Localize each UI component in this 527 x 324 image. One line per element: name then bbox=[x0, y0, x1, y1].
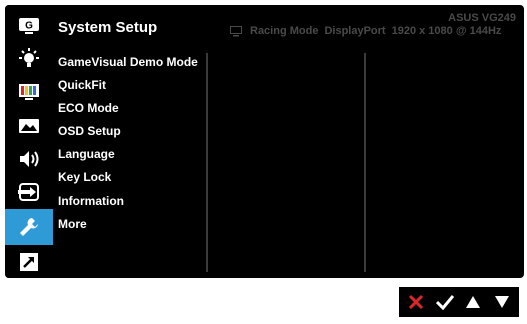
blue-light-filter-icon bbox=[19, 47, 39, 67]
input-select-icon bbox=[18, 182, 39, 201]
sidebar-item-input-select[interactable] bbox=[5, 175, 53, 208]
svg-text:G: G bbox=[25, 20, 33, 31]
menu-item-quickfit[interactable]: QuickFit bbox=[58, 74, 198, 97]
menu-item-eco-mode[interactable]: ECO Mode bbox=[58, 97, 198, 120]
status-bar: Racing Mode DisplayPort 1920 x 1080 @ 14… bbox=[230, 25, 501, 37]
column-divider-1 bbox=[206, 53, 208, 272]
sound-icon bbox=[20, 150, 39, 167]
close-button[interactable] bbox=[404, 290, 428, 314]
up-button[interactable] bbox=[461, 290, 485, 314]
column-divider-2 bbox=[364, 53, 366, 272]
sidebar-item-gamevisual[interactable]: G bbox=[5, 9, 53, 42]
gamevisual-icon: G bbox=[19, 17, 39, 34]
model-name: ASUS VG249 bbox=[448, 12, 516, 24]
status-resolution: 1920 x 1080 @ 144Hz bbox=[391, 25, 502, 37]
confirm-check-icon bbox=[435, 295, 454, 310]
shortcut-icon bbox=[20, 252, 38, 271]
sidebar-item-color[interactable] bbox=[5, 75, 53, 108]
menu-item-gamevisual-demo-mode[interactable]: GameVisual Demo Mode bbox=[58, 51, 198, 74]
color-icon bbox=[19, 83, 39, 100]
close-icon bbox=[409, 294, 424, 310]
menu-item-osd-setup[interactable]: OSD Setup bbox=[58, 120, 198, 143]
menu-list: GameVisual Demo Mode QuickFit ECO Mode O… bbox=[58, 51, 198, 236]
sidebar: G bbox=[5, 5, 53, 278]
status-input: DisplayPort bbox=[324, 25, 386, 37]
sidebar-item-sound[interactable] bbox=[5, 142, 53, 175]
up-arrow-icon bbox=[466, 296, 481, 308]
status-mode: Racing Mode bbox=[250, 25, 319, 37]
down-button[interactable] bbox=[490, 290, 514, 314]
sidebar-item-image[interactable] bbox=[5, 109, 53, 142]
monitor-icon bbox=[230, 25, 242, 36]
menu-item-key-lock[interactable]: Key Lock bbox=[58, 166, 198, 189]
confirm-button[interactable] bbox=[433, 290, 457, 314]
sidebar-item-system-setup[interactable] bbox=[5, 209, 53, 245]
system-setup-wrench-icon bbox=[20, 218, 38, 236]
osd-panel: G System Setup ASUS VG249 Racing Mode Di… bbox=[5, 5, 524, 278]
page-title: System Setup bbox=[58, 19, 158, 36]
osd-button-bar bbox=[399, 287, 519, 317]
sidebar-item-shortcut[interactable] bbox=[5, 245, 53, 278]
down-arrow-icon bbox=[494, 296, 509, 308]
image-icon bbox=[19, 118, 39, 133]
menu-item-language[interactable]: Language bbox=[58, 143, 198, 166]
menu-item-more[interactable]: More bbox=[58, 213, 198, 236]
menu-item-information[interactable]: Information bbox=[58, 190, 198, 213]
sidebar-item-blue-light-filter[interactable] bbox=[5, 42, 53, 75]
